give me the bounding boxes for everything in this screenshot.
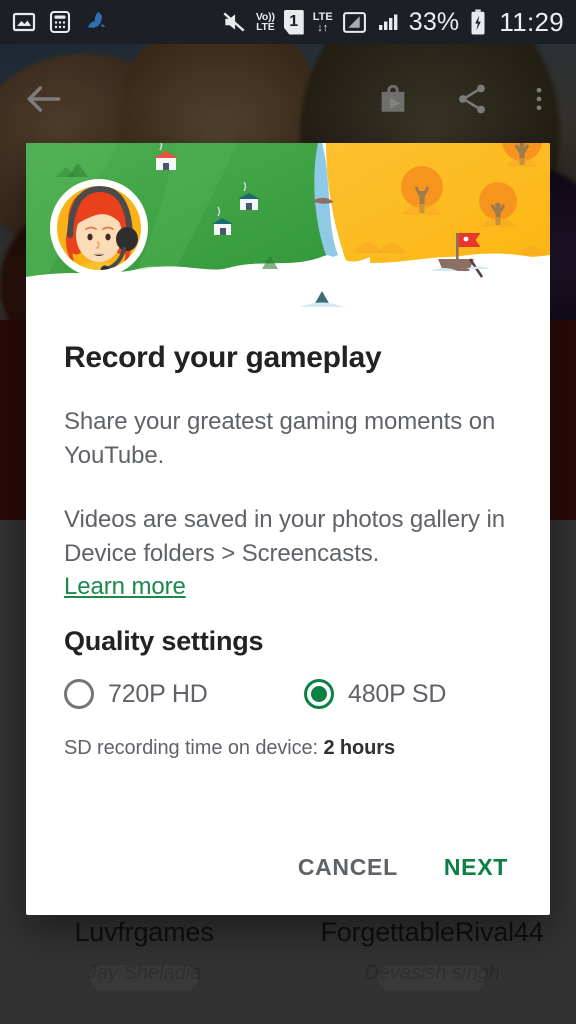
radio-label: 480P SD xyxy=(348,679,447,708)
quality-settings-heading: Quality settings xyxy=(64,626,264,656)
dialog-paragraph-2: Videos are saved in your photos gallery … xyxy=(64,506,505,567)
volte-icon: Vo)) LTE xyxy=(256,12,275,33)
dialog-illustration xyxy=(26,143,550,310)
clock-label: 11:29 xyxy=(499,7,564,37)
record-gameplay-dialog: Record your gameplay Share your greatest… xyxy=(26,143,550,915)
gamer-avatar-landscape-illustration xyxy=(26,143,550,310)
battery-charging-icon xyxy=(468,9,488,35)
radio-option-720p[interactable]: 720P HD xyxy=(64,679,304,709)
cancel-button[interactable]: CANCEL xyxy=(280,840,416,895)
calculator-icon xyxy=(48,10,72,34)
photo-icon xyxy=(12,10,36,34)
recording-time-note-prefix: SD recording time on device: xyxy=(64,737,324,759)
status-bar: Vo)) LTE 1 LTE ↓↑ 33% 11:29 xyxy=(0,0,576,44)
volte-line-2: LTE xyxy=(256,21,275,33)
learn-more-link[interactable]: Learn more xyxy=(64,573,186,601)
recording-time-note-value: 2 hours xyxy=(323,737,395,759)
dialog-actions: CANCEL NEXT xyxy=(26,819,550,915)
radio-circle-selected-icon[interactable] xyxy=(304,679,334,709)
radio-label: 720P HD xyxy=(108,679,208,708)
volume-mute-icon xyxy=(221,9,247,35)
signal-bars-icon xyxy=(376,10,400,34)
radio-option-480p[interactable]: 480P SD xyxy=(304,679,446,709)
signal-bars-icon xyxy=(342,10,367,35)
status-bar-notifications xyxy=(12,10,108,34)
lte-arrows: ↓↑ xyxy=(317,21,329,34)
dialog-title: Record your gameplay xyxy=(64,341,382,374)
next-button[interactable]: NEXT xyxy=(426,840,526,895)
dialog-paragraph-1: Share your greatest gaming moments on Yo… xyxy=(64,408,496,469)
radio-circle-icon[interactable] xyxy=(64,679,94,709)
quality-radio-group: 720P HD 480P SD xyxy=(64,679,512,709)
recording-time-note: SD recording time on device: 2 hours xyxy=(64,737,512,760)
status-bar-system-icons: Vo)) LTE 1 LTE ↓↑ 33% 11:29 xyxy=(221,9,564,35)
lte-data-icon: LTE ↓↑ xyxy=(312,10,333,34)
battery-percent-label: 33% xyxy=(408,7,460,36)
dialog-body: Record your gameplay Share your greatest… xyxy=(26,310,550,819)
lte-label: LTE xyxy=(312,10,333,23)
phone-screen: Luvfrgames Jay Sheladia ForgettableRival… xyxy=(0,0,576,1024)
app-icon xyxy=(84,10,108,34)
sim-card-icon: 1 xyxy=(283,9,304,35)
